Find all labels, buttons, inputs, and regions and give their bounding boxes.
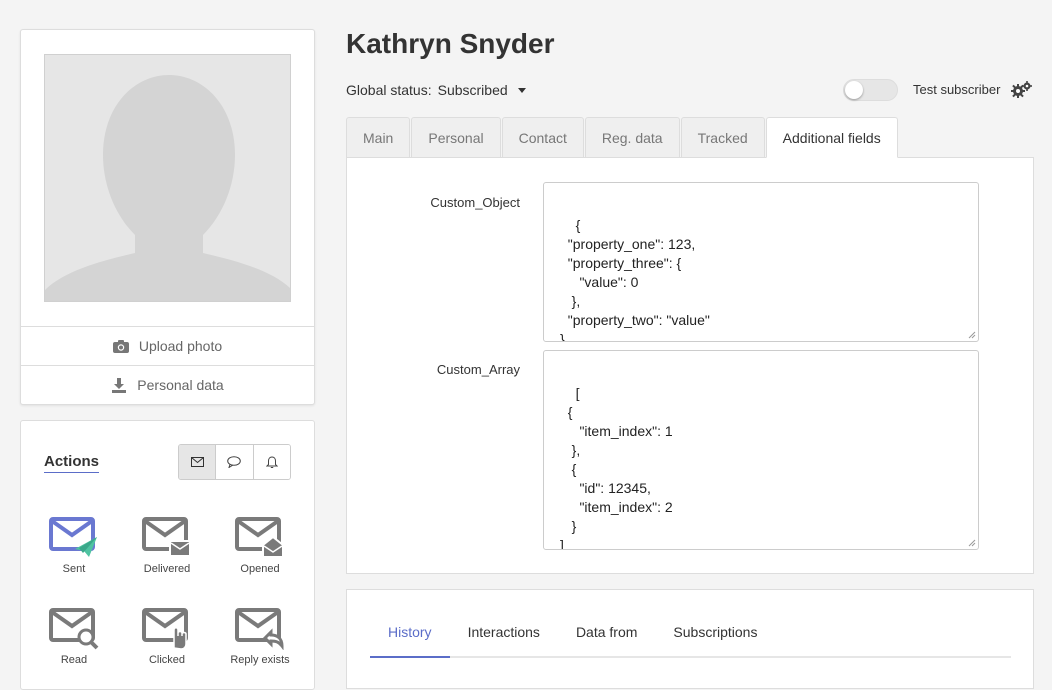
gears-icon[interactable] bbox=[1011, 81, 1032, 99]
action-delivered-label: Delivered bbox=[143, 563, 191, 575]
additional-fields-panel: Custom_Object { "property_one": 123, "pr… bbox=[346, 157, 1034, 574]
global-status-value: Subscribed bbox=[437, 82, 508, 98]
actions-title: Actions bbox=[44, 453, 100, 473]
actions-card: Actions Sent Delivered Opened Read Click… bbox=[20, 420, 315, 690]
page-title: Kathryn Snyder bbox=[346, 28, 555, 59]
tab-reg-data[interactable]: Reg. data bbox=[584, 117, 680, 158]
tab-subscriptions[interactable]: Subscriptions bbox=[655, 624, 775, 658]
bell-icon bbox=[265, 455, 278, 468]
channel-filter bbox=[178, 444, 291, 480]
reply-mail-icon bbox=[235, 608, 284, 650]
envelope-icon bbox=[190, 457, 204, 467]
tab-data-from[interactable]: Data from bbox=[558, 624, 655, 658]
global-status: Global status: Subscribed bbox=[346, 82, 526, 98]
toggle-knob bbox=[845, 81, 863, 99]
tab-contact[interactable]: Contact bbox=[501, 117, 584, 158]
read-mail-icon bbox=[49, 608, 99, 650]
chevron-down-icon bbox=[517, 87, 526, 93]
avatar-silhouette-icon bbox=[45, 55, 290, 301]
resize-handle-icon[interactable] bbox=[968, 331, 976, 339]
custom-array-label: Custom_Array bbox=[436, 362, 520, 377]
tab-tracked[interactable]: Tracked bbox=[680, 117, 765, 158]
tab-additional-fields[interactable]: Additional fields bbox=[765, 117, 898, 158]
opened-mail-icon bbox=[235, 517, 284, 558]
upload-photo-button[interactable]: Upload photo bbox=[21, 326, 314, 364]
action-opened[interactable]: Opened bbox=[220, 517, 300, 575]
test-subscriber-toggle[interactable] bbox=[843, 79, 898, 101]
action-clicked-label: Clicked bbox=[148, 654, 186, 666]
action-read[interactable]: Read bbox=[34, 608, 114, 666]
action-sent[interactable]: Sent bbox=[34, 517, 114, 575]
clicked-mail-icon bbox=[142, 608, 188, 650]
personal-data-label: Personal data bbox=[137, 376, 224, 393]
global-status-label: Global status: bbox=[346, 82, 432, 98]
profile-tabs: Main Personal Contact Reg. data Tracked … bbox=[346, 117, 899, 158]
email-filter-button[interactable] bbox=[179, 445, 217, 479]
tab-interactions[interactable]: Interactions bbox=[450, 624, 558, 658]
custom-object-textarea[interactable]: { "property_one": 123, "property_three":… bbox=[543, 182, 979, 342]
upload-photo-label: Upload photo bbox=[138, 337, 223, 354]
action-read-label: Read bbox=[60, 654, 88, 666]
chat-filter-button[interactable] bbox=[216, 445, 254, 479]
action-clicked[interactable]: Clicked bbox=[127, 608, 207, 666]
sent-mail-icon bbox=[49, 517, 97, 557]
global-status-dropdown[interactable]: Subscribed bbox=[438, 82, 526, 98]
delivered-mail-icon bbox=[142, 517, 191, 557]
tab-main[interactable]: Main bbox=[346, 117, 411, 158]
resize-handle-icon[interactable] bbox=[968, 539, 976, 547]
download-icon bbox=[112, 377, 127, 393]
custom-object-value: { "property_one": 123, "property_three":… bbox=[560, 217, 710, 342]
avatar bbox=[44, 54, 291, 302]
custom-object-label: Custom_Object bbox=[430, 195, 520, 210]
profile-card: Upload photo Personal data bbox=[20, 29, 315, 405]
custom-array-value: [ { "item_index": 1 }, { "id": 12345, "i… bbox=[560, 385, 673, 550]
action-reply-exists[interactable]: Reply exists bbox=[220, 608, 300, 666]
action-delivered[interactable]: Delivered bbox=[127, 517, 207, 575]
tab-personal[interactable]: Personal bbox=[411, 117, 501, 158]
test-subscriber-label: Test subscriber bbox=[913, 82, 1001, 97]
history-card: History Interactions Data from Subscript… bbox=[346, 589, 1034, 689]
custom-array-textarea[interactable]: [ { "item_index": 1 }, { "id": 12345, "i… bbox=[543, 350, 979, 550]
push-filter-button[interactable] bbox=[253, 445, 290, 479]
chat-bubble-icon bbox=[227, 456, 242, 468]
personal-data-button[interactable]: Personal data bbox=[21, 365, 314, 403]
camera-icon bbox=[112, 339, 129, 353]
action-reply-exists-label: Reply exists bbox=[230, 654, 290, 666]
action-sent-label: Sent bbox=[62, 563, 86, 575]
action-opened-label: Opened bbox=[240, 563, 280, 575]
tab-history[interactable]: History bbox=[370, 624, 450, 658]
history-tabs: History Interactions Data from Subscript… bbox=[370, 624, 1011, 658]
